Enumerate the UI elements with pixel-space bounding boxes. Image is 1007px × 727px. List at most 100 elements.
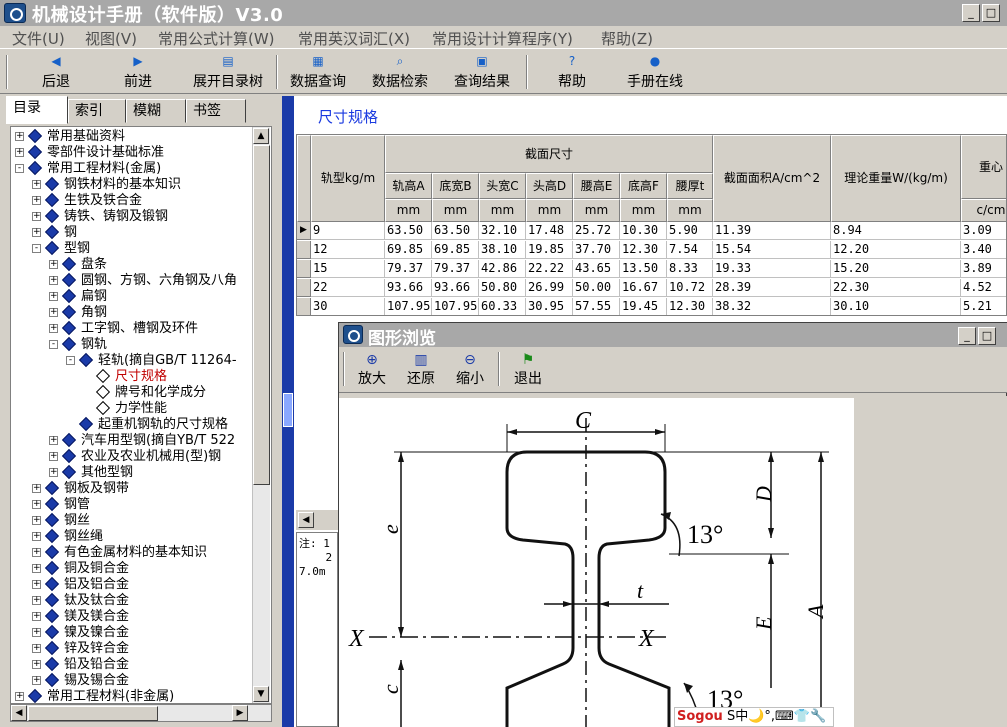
menu-formula[interactable]: 常用公式计算(W) xyxy=(158,28,275,49)
table-cell[interactable]: 8.33 xyxy=(667,260,713,278)
row-header[interactable]: ▶ xyxy=(297,222,311,240)
table-cell[interactable]: 3.40 xyxy=(961,241,1006,259)
table-cell[interactable]: 16.67 xyxy=(620,279,667,297)
ime-toolbar[interactable]: Sogou S中🌙°,⌨👕🔧 xyxy=(674,707,834,727)
directory-tree[interactable]: + 常用基础资料 + 零部件设计基础标准 - 常用工程材料(金属) + 钢铁材料的基本知识 + 生… xyxy=(10,126,272,704)
expand-icon[interactable]: + xyxy=(49,308,58,317)
help-button[interactable]: ? 帮助 xyxy=(552,53,592,93)
col-header-area[interactable]: 截面面积A/cm^2 xyxy=(713,135,831,222)
expand-icon[interactable]: + xyxy=(49,452,58,461)
viewer-icon[interactable] xyxy=(343,325,363,344)
note-scroll-left-button[interactable]: ◀ xyxy=(298,512,314,528)
table-cell[interactable]: 11.39 xyxy=(713,222,831,240)
table-cell[interactable]: 5.90 xyxy=(667,222,713,240)
table-cell[interactable]: 38.32 xyxy=(713,298,831,315)
expand-icon[interactable]: + xyxy=(49,260,58,269)
table-cell[interactable]: 42.86 xyxy=(479,260,526,278)
table-cell[interactable]: 7.54 xyxy=(667,241,713,259)
zoom-in-button[interactable]: ⊕ 放大 xyxy=(356,352,388,388)
collapse-icon[interactable]: - xyxy=(66,356,75,365)
col-subheader[interactable]: 底宽B xyxy=(432,173,479,199)
table-cell[interactable]: 107.95 xyxy=(385,298,432,315)
table-cell[interactable]: 19.33 xyxy=(713,260,831,278)
menu-design-calc[interactable]: 常用设计计算程序(Y) xyxy=(432,28,573,49)
expand-icon[interactable]: + xyxy=(32,228,41,237)
expand-icon[interactable]: + xyxy=(32,484,41,493)
table-cell[interactable]: 12 xyxy=(311,241,385,259)
forward-button[interactable]: ▶ 前进 xyxy=(118,53,158,93)
table-cell[interactable]: 79.37 xyxy=(385,260,432,278)
expand-icon[interactable]: + xyxy=(49,292,58,301)
query-result-button[interactable]: ▣ 查询结果 xyxy=(450,53,514,93)
table-cell[interactable]: 22.30 xyxy=(831,279,961,297)
table-cell[interactable]: 5.21 xyxy=(961,298,1006,315)
expand-icon[interactable]: + xyxy=(15,132,24,141)
collapse-icon[interactable]: - xyxy=(32,244,41,253)
expand-icon[interactable]: + xyxy=(32,180,41,189)
note-scrollbar[interactable]: ◀ xyxy=(296,510,338,530)
col-subheader[interactable]: 头宽C xyxy=(479,173,526,199)
collapse-icon[interactable]: - xyxy=(15,164,24,173)
expand-icon[interactable]: + xyxy=(49,436,58,445)
tab-index[interactable]: 索引 xyxy=(68,99,126,123)
menu-glossary[interactable]: 常用英汉词汇(X) xyxy=(298,28,410,49)
table-cell[interactable]: 69.85 xyxy=(385,241,432,259)
tab-contents[interactable]: 目录 xyxy=(6,96,68,124)
table-cell[interactable]: 69.85 xyxy=(432,241,479,259)
col-header-rail-type[interactable]: 轨型kg/m xyxy=(311,135,385,222)
table-cell[interactable]: 107.95 xyxy=(432,298,479,315)
expand-icon[interactable]: + xyxy=(32,612,41,621)
table-cell[interactable]: 37.70 xyxy=(573,241,620,259)
table-cell[interactable]: 93.66 xyxy=(432,279,479,297)
back-button[interactable]: ◀ 后退 xyxy=(36,53,76,93)
restore-button[interactable]: ▥ 还原 xyxy=(405,352,437,388)
expand-icon[interactable]: + xyxy=(32,500,41,509)
menu-file[interactable]: 文件(U) xyxy=(12,28,65,49)
viewer-maximize-button[interactable]: □ xyxy=(978,327,996,345)
table-cell[interactable]: 30.10 xyxy=(831,298,961,315)
expand-tree-button[interactable]: ▤ 展开目录树 xyxy=(186,53,270,93)
table-cell[interactable]: 50.00 xyxy=(573,279,620,297)
row-header[interactable] xyxy=(297,241,311,259)
table-cell[interactable]: 22 xyxy=(311,279,385,297)
expand-icon[interactable]: + xyxy=(32,596,41,605)
table-cell[interactable]: 28.39 xyxy=(713,279,831,297)
app-icon[interactable] xyxy=(4,3,26,23)
row-header[interactable] xyxy=(297,279,311,297)
online-button[interactable]: ● 手册在线 xyxy=(620,53,690,93)
table-cell[interactable]: 12.20 xyxy=(831,241,961,259)
table-cell[interactable]: 43.65 xyxy=(573,260,620,278)
table-cell[interactable]: 17.48 xyxy=(526,222,573,240)
table-cell[interactable]: 30 xyxy=(311,298,385,315)
table-cell[interactable]: 9 xyxy=(311,222,385,240)
horizontal-scroll-thumb[interactable] xyxy=(28,706,158,721)
minimize-button[interactable]: _ xyxy=(962,4,980,22)
table-cell[interactable]: 22.22 xyxy=(526,260,573,278)
table-cell[interactable]: 8.94 xyxy=(831,222,961,240)
table-cell[interactable]: 4.52 xyxy=(961,279,1006,297)
table-cell[interactable]: 15.20 xyxy=(831,260,961,278)
spec-table[interactable]: 轨型kg/m 截面尺寸 截面面积A/cm^2 理论重量W/(kg/m) 重心 c… xyxy=(296,134,1007,316)
table-cell[interactable]: 50.80 xyxy=(479,279,526,297)
table-cell[interactable]: 57.55 xyxy=(573,298,620,315)
expand-icon[interactable]: + xyxy=(32,676,41,685)
menu-help[interactable]: 帮助(Z) xyxy=(601,28,653,49)
table-cell[interactable]: 63.50 xyxy=(385,222,432,240)
scroll-left-button[interactable]: ◀ xyxy=(11,705,27,721)
scroll-right-button[interactable]: ▶ xyxy=(232,705,248,721)
table-cell[interactable]: 10.30 xyxy=(620,222,667,240)
expand-icon[interactable]: + xyxy=(32,580,41,589)
table-cell[interactable]: 63.50 xyxy=(432,222,479,240)
vertical-scroll-thumb[interactable] xyxy=(253,145,270,485)
col-subheader[interactable]: 底高F xyxy=(620,173,667,199)
data-search-button[interactable]: ⌕ 数据检索 xyxy=(368,53,432,93)
table-cell[interactable]: 3.89 xyxy=(961,260,1006,278)
table-cell[interactable]: 26.99 xyxy=(526,279,573,297)
table-cell[interactable]: 15.54 xyxy=(713,241,831,259)
table-cell[interactable]: 38.10 xyxy=(479,241,526,259)
table-cell[interactable]: 15 xyxy=(311,260,385,278)
table-cell[interactable]: 19.85 xyxy=(526,241,573,259)
col-subheader[interactable]: 腰高E xyxy=(573,173,620,199)
expand-icon[interactable]: + xyxy=(32,564,41,573)
table-cell[interactable]: 30.95 xyxy=(526,298,573,315)
